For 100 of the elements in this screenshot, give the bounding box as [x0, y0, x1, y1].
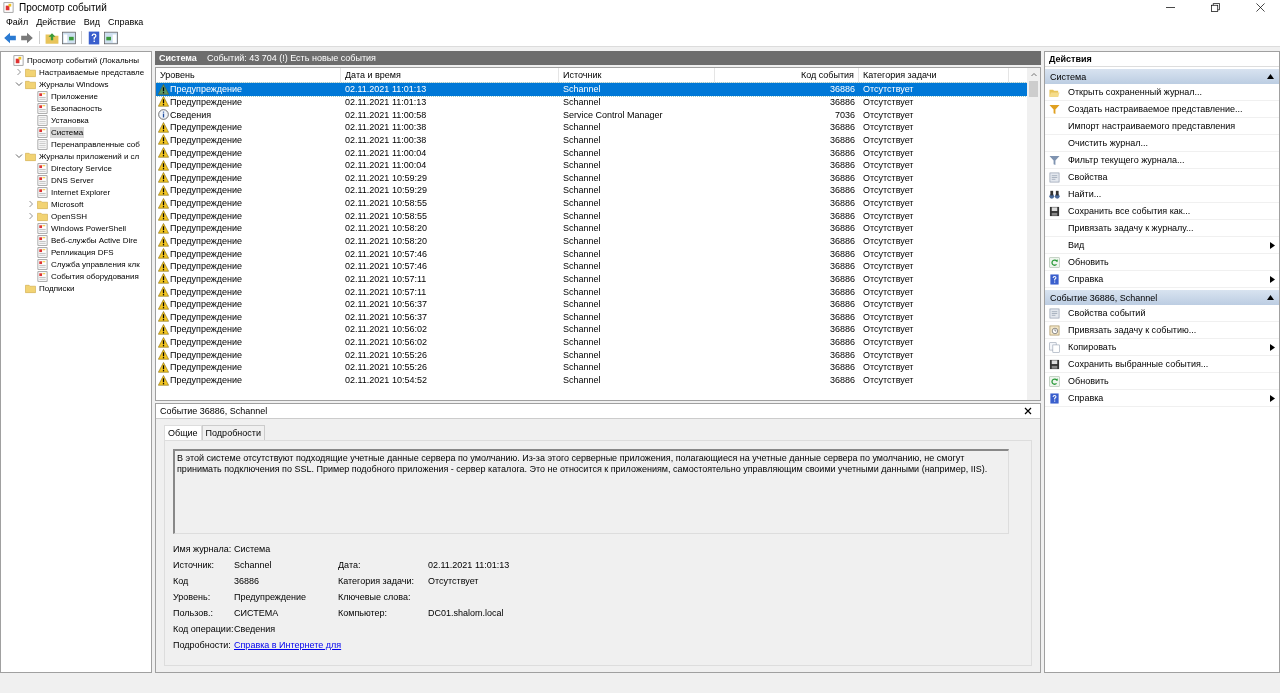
tree-item[interactable]: OpenSSH	[50, 210, 89, 222]
action-item[interactable]: Очистить журнал...	[1068, 138, 1275, 148]
tree-item[interactable]: Журналы приложений и сл	[38, 150, 141, 162]
event-row[interactable]: Сведения 02.11.2021 11:00:58 Service Control Manager 7036 Отсутствует	[156, 108, 1027, 121]
table-cell-text: 36886	[828, 198, 856, 209]
section-header[interactable]: Событие 36886, Schannel	[1045, 290, 1279, 305]
tree-item[interactable]: Установка	[50, 114, 90, 126]
scroll-thumb[interactable]	[1029, 81, 1038, 97]
event-row[interactable]: Предупреждение 02.11.2021 10:56:02 Schannel 36886 Отсутствует	[156, 323, 1027, 336]
field-label: Источник:	[173, 559, 215, 570]
description-box[interactable]: В этой системе отсутствуют подходящие учетные данные сервера по умолчанию. Из-за этого серверные приложения, полагающиеся на учетные данные сервера по умолчанию, не смогут принимать подключения по SSL. Пример подобного приложения - сервер каталога. Это не относится к приложениям, самостоятельно управляющим своими учетными данными (например, IIS).	[173, 449, 1009, 534]
chevron-down-icon[interactable]	[15, 80, 23, 88]
tree-item[interactable]: Настраиваемые представле	[38, 66, 146, 78]
tree-item[interactable]: Приложение	[50, 90, 99, 102]
event-row[interactable]: Предупреждение 02.11.2021 10:59:29 Schannel 36886 Отсутствует	[156, 171, 1027, 185]
tree-item[interactable]: Безопасность	[50, 102, 104, 114]
tab[interactable]: Общие	[164, 425, 202, 440]
table-cell-text: Schannel	[562, 273, 602, 284]
tree-item[interactable]: Репликация DFS	[50, 246, 115, 258]
event-row[interactable]: Предупреждение 02.11.2021 10:56:02 Schannel 36886 Отсутствует	[156, 335, 1027, 349]
table-cell: Предупреждение	[170, 185, 243, 196]
action-item[interactable]: Импорт настраиваемого представления	[1068, 121, 1275, 131]
event-row[interactable]: Предупреждение 02.11.2021 11:00:38 Schannel 36886 Отсутствует	[156, 120, 1027, 134]
help-icon[interactable]	[87, 30, 101, 45]
action-item[interactable]: Открыть сохраненный журнал...	[1068, 87, 1275, 97]
action-item[interactable]: Свойства	[1068, 172, 1275, 182]
event-row[interactable]: Предупреждение 02.11.2021 10:58:55 Schannel 36886 Отсутствует	[156, 196, 1027, 210]
event-row[interactable]: Предупреждение 02.11.2021 10:55:26 Schannel 36886 Отсутствует	[156, 348, 1027, 362]
binoculars-icon	[1049, 188, 1060, 200]
event-row[interactable]: Предупреждение 02.11.2021 11:01:13 Schannel 36886 Отсутствует	[156, 83, 1027, 96]
section-header[interactable]: Система	[1045, 69, 1279, 84]
folder-icon	[25, 66, 36, 78]
table-cell-text: 02.11.2021 10:55:26	[344, 349, 428, 360]
tree-item[interactable]: Служба управления клк	[50, 258, 141, 270]
action-item[interactable]: Создать настраиваемое представление...	[1068, 104, 1275, 114]
action-item[interactable]: Справка	[1068, 274, 1262, 284]
event-row[interactable]: Предупреждение 02.11.2021 10:59:29 Schannel 36886 Отсутствует	[156, 184, 1027, 197]
event-row[interactable]: Предупреждение 02.11.2021 10:58:55 Schannel 36886 Отсутствует	[156, 209, 1027, 223]
scrollbar[interactable]	[1027, 68, 1040, 400]
log-icon	[37, 90, 48, 102]
menu-item[interactable]: Файл	[2, 17, 33, 27]
action-item[interactable]: Обновить	[1068, 257, 1275, 267]
collapse-icon[interactable]	[1267, 295, 1274, 300]
tree-item[interactable]: Просмотр событий (Локальны	[26, 54, 140, 66]
panel-toggle-icon[interactable]	[62, 30, 76, 45]
tab[interactable]: Подробности	[201, 425, 265, 440]
restore-icon[interactable]	[1210, 3, 1220, 12]
table-cell: Предупреждение	[170, 236, 243, 246]
action-item[interactable]: Копировать	[1068, 342, 1262, 352]
forward-arrow-icon[interactable]	[20, 30, 34, 45]
tree-item[interactable]: Internet Explorer	[50, 186, 112, 198]
tree-item[interactable]: Подписки	[38, 282, 76, 294]
panel-toggle-icon[interactable]	[104, 30, 118, 45]
menu-item[interactable]: Вид	[79, 17, 104, 27]
action-item[interactable]: Сохранить выбранные события...	[1068, 359, 1275, 369]
action-item[interactable]: Фильтр текущего журнала...	[1068, 155, 1275, 165]
event-row[interactable]: Предупреждение 02.11.2021 10:56:37 Schannel 36886 Отсутствует	[156, 297, 1027, 311]
back-arrow-icon[interactable]	[3, 30, 17, 45]
action-item[interactable]: Обновить	[1068, 376, 1275, 386]
event-row[interactable]: Предупреждение 02.11.2021 11:00:04 Schannel 36886 Отсутствует	[156, 146, 1027, 159]
chevron-down-icon[interactable]	[15, 152, 23, 160]
action-item[interactable]: Сохранить все события как...	[1068, 206, 1275, 216]
table-cell-text: Schannel	[562, 96, 602, 107]
tree-item[interactable]: Веб-службы Active Dire	[50, 234, 139, 246]
tree-item[interactable]: Система	[50, 126, 85, 138]
help-link[interactable]: Справка в Интернете для	[234, 639, 342, 650]
menu-item[interactable]: Действие	[32, 17, 80, 27]
event-row[interactable]: Предупреждение 02.11.2021 10:58:20 Schannel 36886 Отсутствует	[156, 222, 1027, 235]
event-row[interactable]: Предупреждение 02.11.2021 11:01:13 Schannel 36886 Отсутствует	[156, 95, 1027, 109]
table-cell-text: 36886	[828, 223, 856, 234]
tree-item[interactable]: Microsoft	[50, 198, 85, 210]
event-row[interactable]: Предупреждение 02.11.2021 10:57:46 Schannel 36886 Отсутствует	[156, 247, 1027, 260]
event-row[interactable]: Предупреждение 02.11.2021 10:58:20 Schannel 36886 Отсутствует	[156, 234, 1027, 248]
tree-item[interactable]: DNS Server	[50, 174, 95, 186]
tree-item[interactable]: Перенаправленные соб	[50, 138, 141, 150]
event-row[interactable]: Предупреждение 02.11.2021 10:57:46 Schannel 36886 Отсутствует	[156, 259, 1027, 273]
event-row[interactable]: Предупреждение 02.11.2021 10:56:37 Schannel 36886 Отсутствует	[156, 310, 1027, 324]
event-row[interactable]: Предупреждение 02.11.2021 10:54:52 Schannel 36886 Отсутствует	[156, 373, 1027, 387]
event-row[interactable]: Предупреждение 02.11.2021 10:55:26 Schannel 36886 Отсутствует	[156, 361, 1027, 374]
close-icon[interactable]	[1255, 3, 1265, 12]
close-icon[interactable]	[1024, 407, 1032, 415]
event-row[interactable]: Предупреждение 02.11.2021 11:00:04 Schannel 36886 Отсутствует	[156, 158, 1027, 172]
event-row[interactable]: Предупреждение 02.11.2021 10:57:11 Schannel 36886 Отсутствует	[156, 272, 1027, 286]
action-item[interactable]: Справка	[1068, 393, 1262, 403]
event-row[interactable]: Предупреждение 02.11.2021 11:00:38 Schannel 36886 Отсутствует	[156, 133, 1027, 147]
tree-item[interactable]: События оборудования	[50, 270, 140, 282]
menu-item[interactable]: Справка	[104, 17, 148, 27]
action-item[interactable]: Привязать задачу к событию...	[1068, 325, 1275, 335]
action-item[interactable]: Привязать задачу к журналу...	[1068, 223, 1275, 233]
table-cell-text: 02.11.2021 11:00:58	[344, 109, 428, 120]
action-item[interactable]: Свойства событий	[1068, 308, 1275, 318]
table-cell-text: Schannel	[562, 122, 602, 133]
tree-item[interactable]: Журналы Windows	[38, 78, 110, 90]
collapse-icon[interactable]	[1267, 74, 1274, 79]
action-item[interactable]: Вид	[1068, 240, 1262, 250]
tree-item[interactable]: Windows PowerShell	[50, 222, 128, 234]
event-row[interactable]: Предупреждение 02.11.2021 10:57:11 Schannel 36886 Отсутствует	[156, 285, 1027, 298]
tree-item[interactable]: Directory Service	[50, 162, 113, 174]
action-item[interactable]: Найти...	[1068, 189, 1275, 199]
table-cell-text: 02.11.2021 10:57:11	[344, 286, 428, 297]
